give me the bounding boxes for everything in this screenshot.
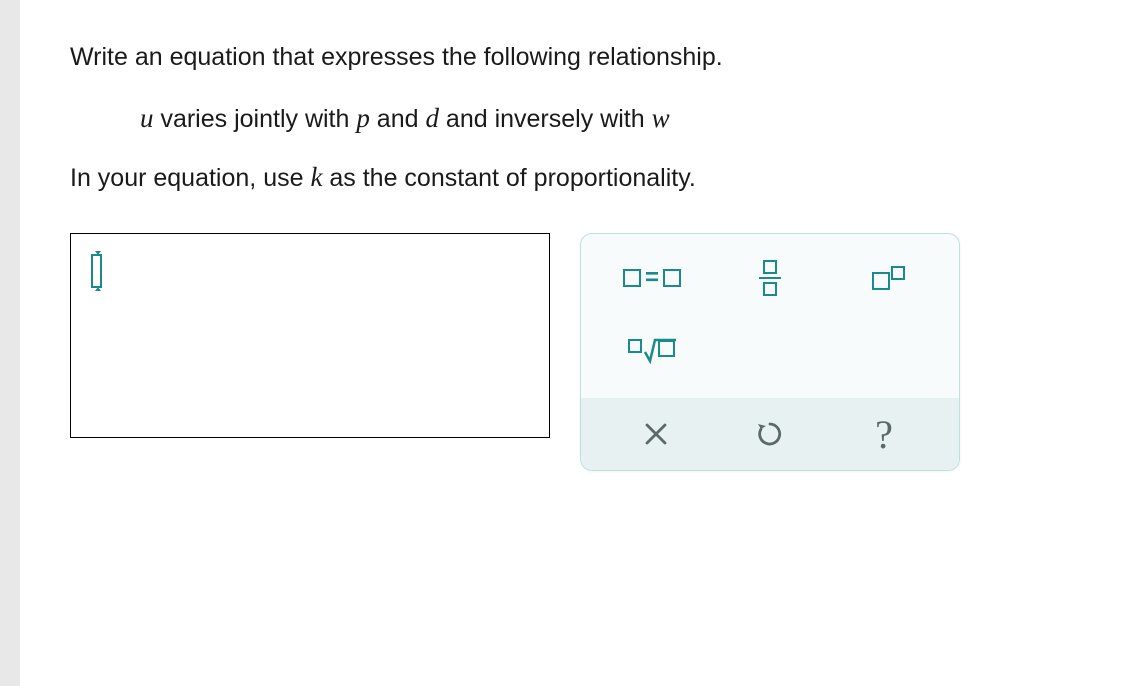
page-margin (0, 0, 20, 686)
tools-row-1: = (599, 254, 941, 302)
var-d: d (425, 103, 439, 133)
exponent-tool-button[interactable] (849, 254, 927, 302)
var-w: w (652, 103, 670, 133)
text-part-2: and (370, 105, 426, 133)
relationship-statement: u varies jointly with p and d and invers… (140, 103, 1072, 134)
root-icon (628, 336, 677, 364)
action-row: ? (581, 398, 959, 470)
var-k: k (310, 162, 322, 192)
help-icon: ? (875, 411, 893, 458)
problem-intro: Write an equation that expresses the fol… (70, 40, 1072, 75)
var-p: p (356, 103, 370, 133)
text-part-3: and inversely with (439, 105, 652, 133)
text-part-1: varies jointly with (154, 105, 357, 133)
clear-button[interactable] (626, 410, 686, 458)
problem-content: Write an equation that expresses the fol… (20, 0, 1122, 686)
fraction-icon (759, 260, 781, 297)
var-u: u (140, 103, 154, 133)
instruction-pre: In your equation, use (70, 164, 310, 192)
math-tools-panel: = (580, 233, 960, 471)
input-cursor (91, 254, 102, 288)
close-icon (643, 421, 669, 447)
undo-icon (755, 419, 785, 449)
undo-button[interactable] (740, 410, 800, 458)
equality-icon: = (623, 264, 681, 292)
instruction-post: as the constant of proportionality. (322, 164, 695, 192)
nth-root-tool-button[interactable] (613, 326, 691, 374)
help-button[interactable]: ? (854, 410, 914, 458)
tools-row-2 (599, 326, 941, 374)
exponent-icon (872, 266, 905, 290)
fraction-tool-button[interactable] (731, 254, 809, 302)
instruction: In your equation, use k as the constant … (70, 162, 1072, 193)
equation-input[interactable] (70, 233, 550, 438)
workspace: = (70, 233, 1072, 471)
equality-tool-button[interactable]: = (613, 254, 691, 302)
